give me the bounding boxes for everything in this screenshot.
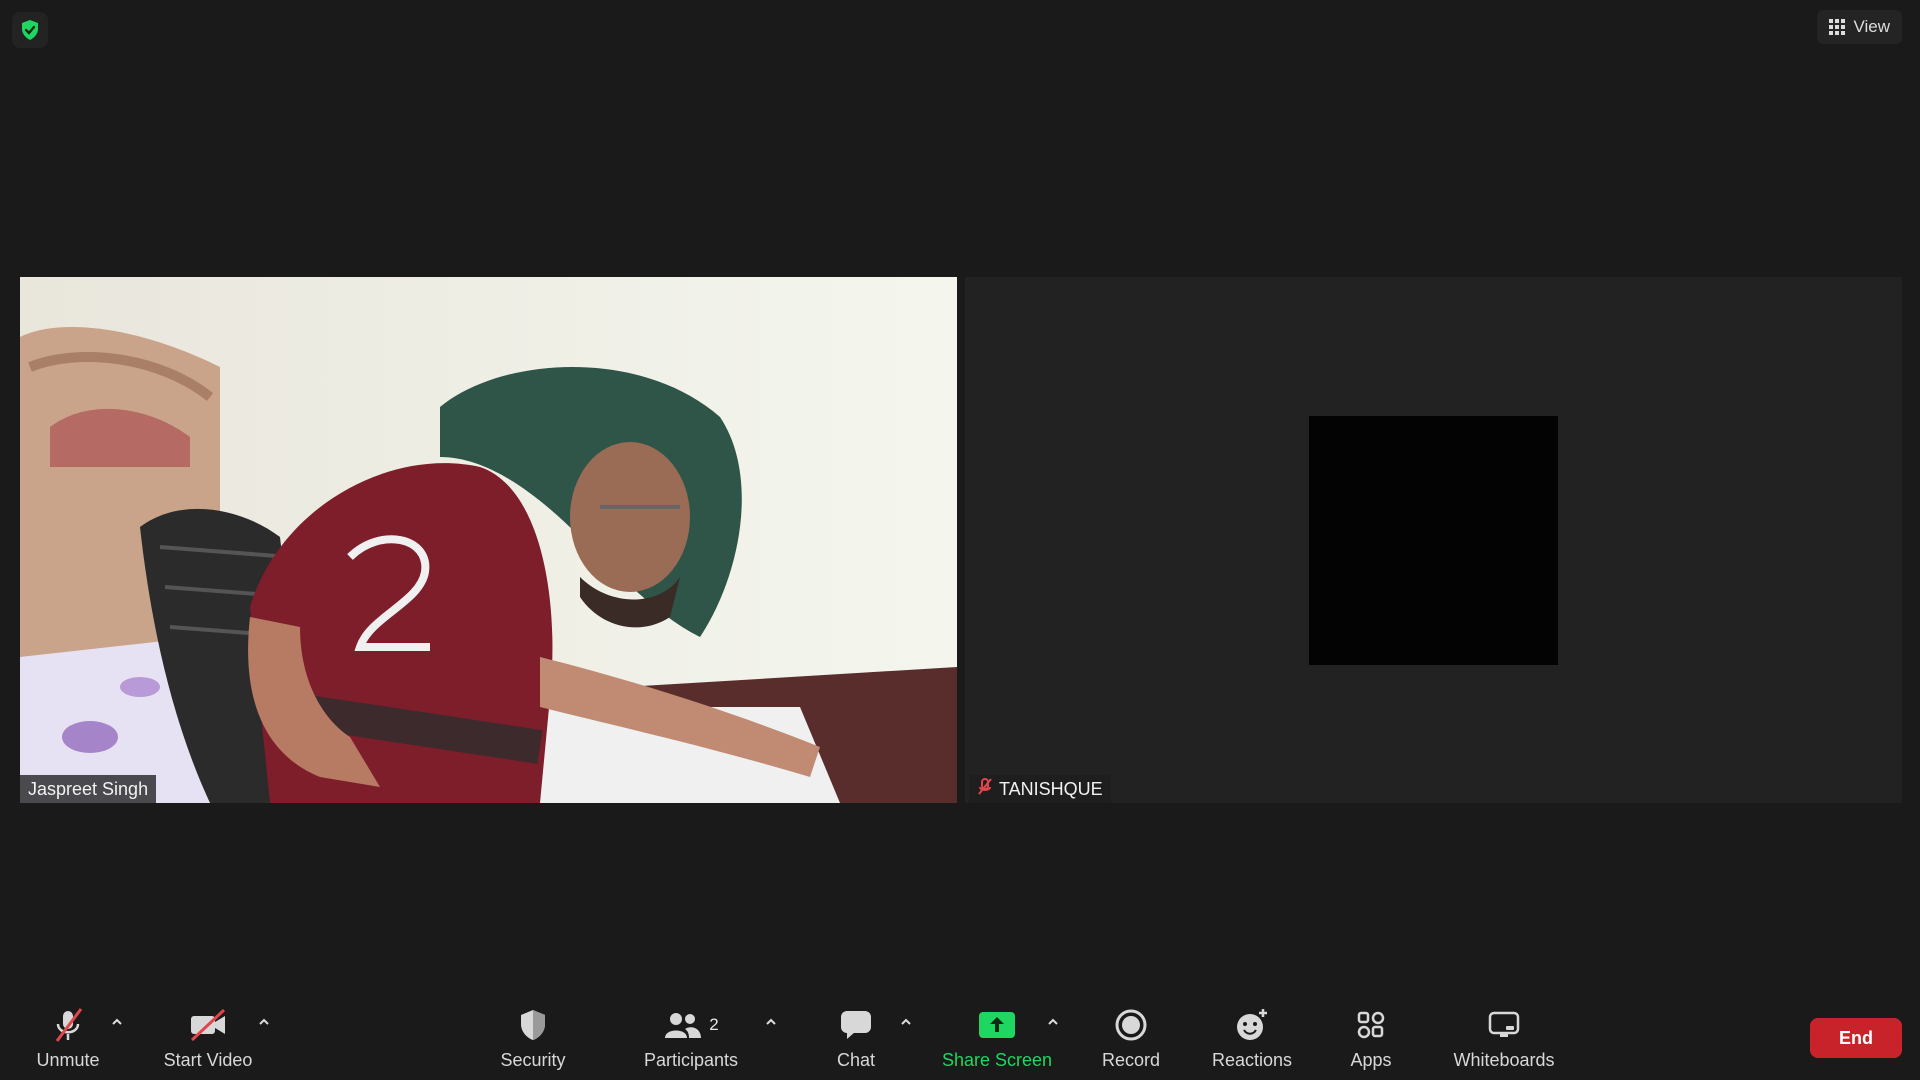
chevron-up-icon[interactable] bbox=[256, 1014, 272, 1030]
apps-button[interactable]: Apps bbox=[1331, 990, 1411, 1080]
end-meeting-button[interactable]: End bbox=[1810, 1018, 1902, 1058]
participant-nameplate: TANISHQUE bbox=[969, 775, 1111, 803]
participant-name: TANISHQUE bbox=[999, 778, 1103, 799]
share-screen-icon bbox=[978, 1006, 1016, 1044]
apps-icon bbox=[1356, 1006, 1386, 1044]
meeting-toolbar: Unmute Start Video Security 2 Participan… bbox=[0, 990, 1920, 1080]
end-label: End bbox=[1839, 1027, 1873, 1048]
start-video-label: Start Video bbox=[163, 1050, 253, 1070]
video-tile-tanishque[interactable]: TANISHQUE bbox=[965, 277, 1902, 803]
chevron-up-icon[interactable] bbox=[898, 1014, 914, 1030]
record-icon bbox=[1114, 1006, 1148, 1044]
participants-label: Participants bbox=[643, 1050, 739, 1070]
security-label: Security bbox=[500, 1050, 566, 1070]
security-shield-icon bbox=[518, 1006, 548, 1044]
share-screen-label: Share Screen bbox=[941, 1050, 1053, 1070]
video-off-icon bbox=[188, 1006, 228, 1044]
participants-icon: 2 bbox=[663, 1006, 719, 1044]
grid-icon bbox=[1829, 19, 1846, 35]
participants-button[interactable]: 2 Participants bbox=[636, 990, 746, 1080]
security-button[interactable]: Security bbox=[493, 990, 573, 1080]
view-label: View bbox=[1853, 17, 1890, 36]
participant-video-feed bbox=[20, 277, 957, 803]
profile-placeholder bbox=[1309, 416, 1558, 665]
whiteboards-label: Whiteboards bbox=[1453, 1050, 1555, 1070]
view-button[interactable]: View bbox=[1817, 10, 1902, 44]
chat-label: Chat bbox=[836, 1050, 876, 1070]
whiteboards-icon bbox=[1487, 1006, 1521, 1044]
record-label: Record bbox=[1101, 1050, 1161, 1070]
mic-off-icon bbox=[51, 1006, 85, 1044]
participants-count: 2 bbox=[709, 1015, 719, 1034]
reactions-button[interactable]: Reactions bbox=[1204, 990, 1300, 1080]
chevron-up-icon[interactable] bbox=[109, 1014, 125, 1030]
encryption-shield-icon[interactable] bbox=[12, 12, 48, 48]
unmute-label: Unmute bbox=[36, 1050, 100, 1070]
chevron-up-icon[interactable] bbox=[1045, 1014, 1061, 1030]
record-button[interactable]: Record bbox=[1091, 990, 1171, 1080]
apps-label: Apps bbox=[1350, 1050, 1392, 1070]
chat-button[interactable]: Chat bbox=[816, 990, 896, 1080]
mic-muted-icon bbox=[977, 777, 993, 801]
chevron-up-icon[interactable] bbox=[763, 1014, 779, 1030]
unmute-button[interactable]: Unmute bbox=[28, 990, 108, 1080]
video-tile-jaspreet[interactable]: Jaspreet Singh bbox=[20, 277, 957, 803]
share-screen-button[interactable]: Share Screen bbox=[935, 990, 1059, 1080]
chat-icon bbox=[839, 1006, 873, 1044]
reactions-icon bbox=[1234, 1006, 1270, 1044]
whiteboards-button[interactable]: Whiteboards bbox=[1444, 990, 1564, 1080]
participant-name: Jaspreet Singh bbox=[28, 778, 149, 799]
start-video-button[interactable]: Start Video bbox=[158, 990, 258, 1080]
reactions-label: Reactions bbox=[1211, 1050, 1293, 1070]
participant-nameplate: Jaspreet Singh bbox=[20, 775, 157, 803]
